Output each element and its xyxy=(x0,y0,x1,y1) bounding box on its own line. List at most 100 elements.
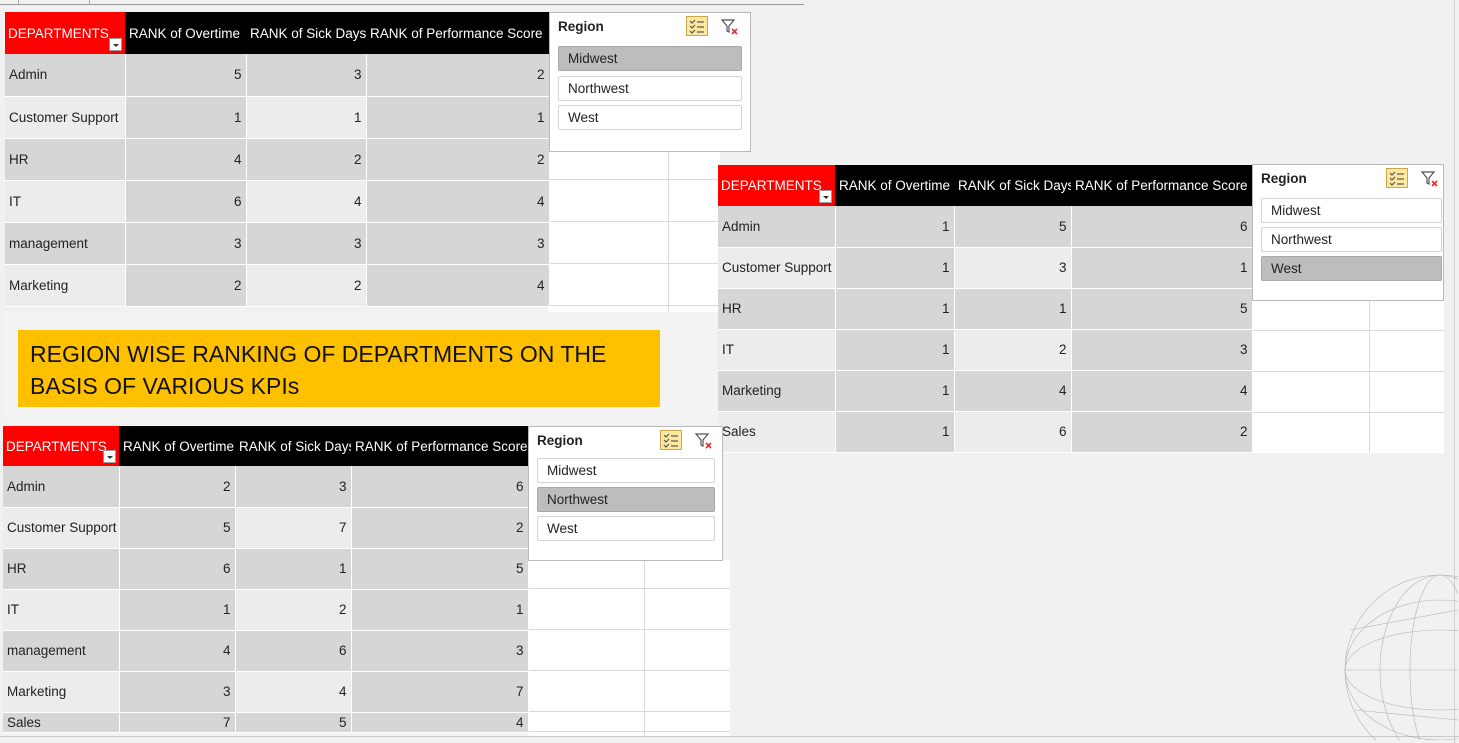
department-cell[interactable]: management xyxy=(5,222,126,265)
multi-select-icon[interactable] xyxy=(1386,168,1408,188)
department-cell[interactable]: HR xyxy=(718,288,836,330)
value-cell[interactable]: 2 xyxy=(235,589,352,631)
filter-dropdown-icon[interactable] xyxy=(819,190,832,203)
slicer-item-northwest[interactable]: Northwest xyxy=(537,487,715,512)
value-cell[interactable]: 5 xyxy=(351,548,529,590)
value-cell[interactable]: 3 xyxy=(351,630,529,672)
rank-overtime-header: RANK of Overtime xyxy=(125,12,246,54)
multi-select-icon[interactable] xyxy=(660,430,682,450)
value-cell[interactable]: 4 xyxy=(119,630,236,672)
slicer-item-west[interactable]: West xyxy=(1261,256,1442,281)
department-cell[interactable]: HR xyxy=(5,138,126,181)
value-cell[interactable]: 5 xyxy=(1071,288,1253,330)
department-cell[interactable]: Marketing xyxy=(5,264,126,307)
clear-filter-icon[interactable] xyxy=(720,17,740,37)
value-cell[interactable]: 2 xyxy=(119,466,236,508)
value-cell[interactable]: 6 xyxy=(119,548,236,590)
clear-filter-icon[interactable] xyxy=(694,431,714,451)
value-cell[interactable]: 4 xyxy=(246,180,367,223)
slicer-item-northwest[interactable]: Northwest xyxy=(1261,227,1442,252)
value-cell[interactable]: 2 xyxy=(246,264,367,307)
value-cell[interactable]: 5 xyxy=(954,206,1072,248)
value-cell[interactable]: 1 xyxy=(835,288,955,330)
rank-performance-header: RANK of Performance Score xyxy=(366,12,549,54)
department-cell[interactable]: Admin xyxy=(3,466,120,508)
department-cell[interactable]: Customer Support xyxy=(5,96,126,139)
department-cell[interactable]: Sales xyxy=(718,411,836,453)
filter-dropdown-icon[interactable] xyxy=(103,450,116,463)
value-cell[interactable]: 3 xyxy=(235,466,352,508)
value-cell[interactable]: 4 xyxy=(1071,370,1253,412)
slicer-item-northwest[interactable]: Northwest xyxy=(558,76,742,101)
department-cell[interactable]: Marketing xyxy=(3,671,120,713)
multi-select-icon[interactable] xyxy=(686,16,708,36)
value-cell[interactable]: 4 xyxy=(235,671,352,713)
value-cell[interactable]: 5 xyxy=(235,712,352,733)
value-cell[interactable]: 3 xyxy=(125,222,247,265)
value-cell[interactable]: 3 xyxy=(119,671,236,713)
value-cell[interactable]: 2 xyxy=(1071,411,1253,453)
value-cell[interactable]: 1 xyxy=(119,589,236,631)
value-cell[interactable]: 2 xyxy=(125,264,247,307)
value-cell[interactable]: 6 xyxy=(1071,206,1253,248)
value-cell[interactable]: 1 xyxy=(835,247,955,289)
value-cell[interactable]: 4 xyxy=(366,264,550,307)
slicer-item-midwest[interactable]: Midwest xyxy=(1261,198,1442,223)
value-cell[interactable]: 4 xyxy=(125,138,247,181)
value-cell[interactable]: 1 xyxy=(351,589,529,631)
department-cell[interactable]: IT xyxy=(5,180,126,223)
department-cell[interactable]: Sales xyxy=(3,712,120,733)
value-cell[interactable]: 6 xyxy=(125,180,247,223)
filter-dropdown-icon[interactable] xyxy=(109,38,122,51)
value-cell[interactable]: 2 xyxy=(366,54,550,97)
value-cell[interactable]: 2 xyxy=(246,138,367,181)
value-cell[interactable]: 6 xyxy=(954,411,1072,453)
value-cell[interactable]: 6 xyxy=(351,466,529,508)
value-cell[interactable]: 3 xyxy=(1071,329,1253,371)
value-cell[interactable]: 1 xyxy=(235,548,352,590)
value-cell[interactable]: 2 xyxy=(366,138,550,181)
department-cell[interactable]: IT xyxy=(718,329,836,371)
value-cell[interactable]: 7 xyxy=(351,671,529,713)
value-cell[interactable]: 1 xyxy=(125,96,247,139)
value-cell[interactable]: 2 xyxy=(351,507,529,549)
value-cell[interactable]: 3 xyxy=(366,222,550,265)
department-cell[interactable]: Admin xyxy=(5,54,126,97)
department-cell[interactable]: Marketing xyxy=(718,370,836,412)
table-row: HR 6 1 5 xyxy=(3,548,529,590)
department-cell[interactable]: Customer Support xyxy=(3,507,120,549)
value-cell[interactable]: 4 xyxy=(366,180,550,223)
value-cell[interactable]: 1 xyxy=(1071,247,1253,289)
value-cell[interactable]: 4 xyxy=(351,712,529,733)
clear-filter-icon[interactable] xyxy=(1420,169,1440,189)
value-cell[interactable]: 7 xyxy=(119,712,236,733)
value-cell[interactable]: 1 xyxy=(366,96,550,139)
value-cell[interactable]: 1 xyxy=(835,411,955,453)
value-cell[interactable]: 6 xyxy=(235,630,352,672)
department-cell[interactable]: IT xyxy=(3,589,120,631)
value-cell[interactable]: 7 xyxy=(235,507,352,549)
table-row: Customer Support 5 7 2 xyxy=(3,507,529,549)
value-cell[interactable]: 2 xyxy=(954,329,1072,371)
value-cell[interactable]: 5 xyxy=(119,507,236,549)
value-cell[interactable]: 3 xyxy=(246,222,367,265)
value-cell[interactable]: 1 xyxy=(835,206,955,248)
value-cell[interactable]: 1 xyxy=(835,370,955,412)
slicer-item-midwest[interactable]: Midwest xyxy=(558,46,742,71)
value-cell[interactable]: 1 xyxy=(246,96,367,139)
value-cell[interactable]: 4 xyxy=(954,370,1072,412)
slicer-item-west[interactable]: West xyxy=(558,105,742,130)
value-cell[interactable]: 3 xyxy=(246,54,367,97)
department-cell[interactable]: Customer Support xyxy=(718,247,836,289)
value-cell[interactable]: 5 xyxy=(125,54,247,97)
department-cell[interactable]: HR xyxy=(3,548,120,590)
slicer-title: Region xyxy=(1261,171,1307,186)
slicer-item-west[interactable]: West xyxy=(537,516,715,541)
value-cell[interactable]: 1 xyxy=(954,288,1072,330)
slicer-item-midwest[interactable]: Midwest xyxy=(537,458,715,483)
department-cell[interactable]: Admin xyxy=(718,206,836,248)
department-cell[interactable]: management xyxy=(3,630,120,672)
value-cell[interactable]: 1 xyxy=(835,329,955,371)
table-row: HR 4 2 2 xyxy=(5,138,550,181)
value-cell[interactable]: 3 xyxy=(954,247,1072,289)
